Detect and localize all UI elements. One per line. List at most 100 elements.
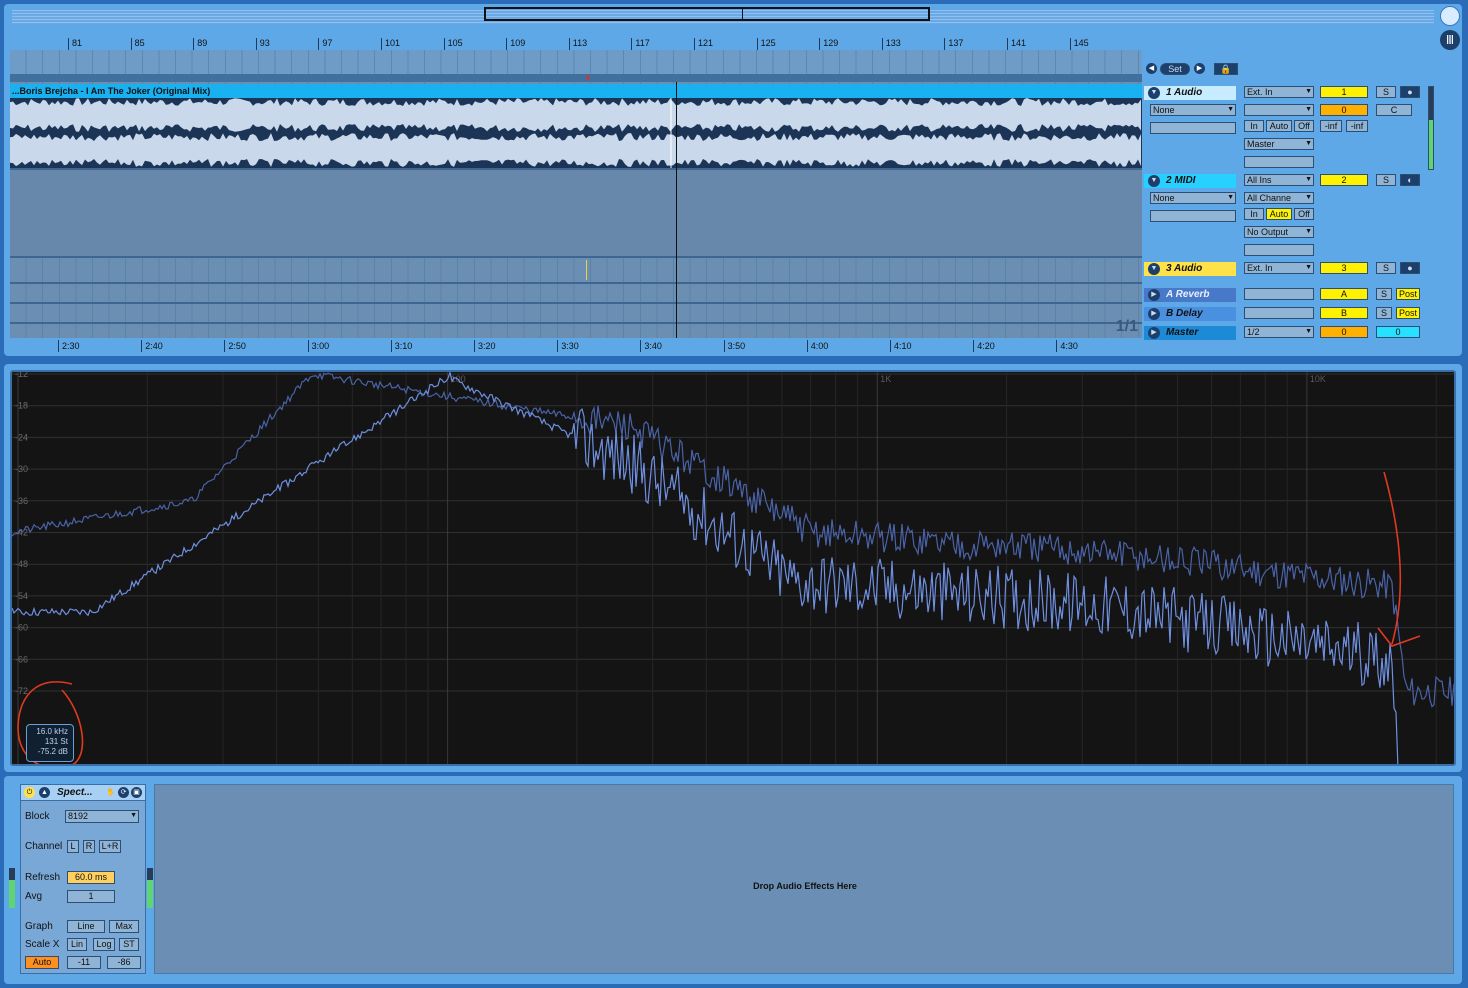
track-name[interactable]: ▼ 2 MIDI	[1144, 174, 1236, 188]
monitor-off-button[interactable]: Off	[1294, 120, 1314, 132]
time-ruler[interactable]: 2:30 2:40 2:50 3:00 3:10 3:20 3:30 3:40 3:50 4:00…	[10, 340, 1142, 354]
lane-b-delay[interactable]	[10, 304, 1142, 324]
pan-field[interactable]: C	[1376, 104, 1412, 116]
scale-st-button[interactable]: ST	[119, 938, 139, 951]
arm-button[interactable]: ●	[1400, 86, 1420, 98]
scale-log-button[interactable]: Log	[93, 938, 115, 951]
midi-to-select[interactable]: No Output	[1244, 226, 1314, 238]
master-volume-field[interactable]: 0	[1320, 326, 1368, 338]
next-locator-icon[interactable]: ▶	[1194, 63, 1205, 74]
fold-icon[interactable]: ▶	[1148, 327, 1160, 339]
lane-1-audio[interactable]: ...Boris Brejcha - I Am The Joker (Origi…	[10, 82, 1142, 170]
block-select[interactable]: 8192	[65, 810, 139, 823]
db-label: -54	[15, 591, 28, 601]
fold-icon[interactable]: ▼	[1148, 175, 1160, 187]
monitor-in-button[interactable]: In	[1244, 120, 1264, 132]
midi-from-select[interactable]: All Ins	[1244, 174, 1314, 186]
fold-icon[interactable]: ▶	[1148, 308, 1160, 320]
arm-button[interactable]: ◐	[1400, 174, 1420, 186]
midi-sub-select[interactable]	[1150, 210, 1236, 222]
range-high-field[interactable]: -11	[67, 956, 101, 969]
audio-to-select[interactable]: Master	[1244, 138, 1314, 150]
peak-right: -inf	[1346, 120, 1368, 132]
lane-master[interactable]	[10, 324, 1142, 338]
arm-button[interactable]: ●	[1400, 262, 1420, 274]
range-low-field[interactable]: -86	[107, 956, 141, 969]
lane-2-midi[interactable]	[10, 170, 1142, 258]
audio-from-select[interactable]: Ext. In	[1244, 262, 1314, 274]
channel-l-button[interactable]: L	[67, 840, 79, 853]
time-tick: 3:40	[640, 340, 662, 352]
solo-button[interactable]: S	[1376, 86, 1396, 98]
return-activator-button[interactable]: B	[1320, 307, 1368, 319]
avg-field[interactable]: 1	[67, 890, 115, 903]
output-sub-select[interactable]	[1244, 244, 1314, 256]
monitor-in-button[interactable]: In	[1244, 208, 1264, 220]
input-channel-select[interactable]	[1244, 104, 1314, 116]
collapse-icon[interactable]: ▲	[39, 787, 50, 798]
loop-bar[interactable]	[10, 50, 1142, 74]
graph-max-button[interactable]: Max	[109, 920, 139, 933]
track-name[interactable]: ▼ 3 Audio	[1144, 262, 1236, 276]
spectrum-display[interactable]: -12 -18 -24 -30 -36 -42 -48 -54 -60 -66 -72 100 1K 10…	[10, 370, 1456, 766]
track-name[interactable]: ▶ Master	[1144, 326, 1236, 340]
lock-icon[interactable]: 🔒	[1214, 63, 1238, 75]
auto-range-button[interactable]: Auto	[25, 956, 59, 969]
channel-r-button[interactable]: R	[83, 840, 95, 853]
output-sub-select[interactable]	[1244, 156, 1314, 168]
input-routing-select[interactable]: None	[1150, 104, 1236, 116]
mixer-section: ◀ Set ▶ 🔒 ▼1 Audio None Ext. In In Auto …	[1144, 56, 1434, 346]
monitor-auto-button[interactable]: Auto	[1266, 208, 1292, 220]
solo-button[interactable]: S	[1376, 307, 1392, 319]
track-name[interactable]: ▶ A Reverb	[1144, 288, 1236, 302]
device-title-bar[interactable]: ⏻ ▲ Spect... ✋ ⟳ ▣	[21, 785, 145, 801]
db-label: -36	[15, 496, 28, 506]
prev-locator-icon[interactable]: ◀	[1146, 63, 1157, 74]
set-locator-button[interactable]: Set	[1160, 63, 1190, 75]
track-activator-button[interactable]: 3	[1320, 262, 1368, 274]
track-name[interactable]: ▼ 1 Audio	[1144, 86, 1236, 100]
midi-channel-select[interactable]: All Channe	[1244, 192, 1314, 204]
lane-3-audio[interactable]	[10, 258, 1142, 284]
return-routing[interactable]	[1244, 288, 1314, 300]
return-activator-button[interactable]: A	[1320, 288, 1368, 300]
hot-swap-icon[interactable]: ⟳	[118, 787, 129, 798]
track-name[interactable]: ▶ B Delay	[1144, 307, 1236, 321]
monitor-off-button[interactable]: Off	[1294, 208, 1314, 220]
track-activator-button[interactable]: 2	[1320, 174, 1368, 186]
fold-icon[interactable]: ▼	[1148, 87, 1160, 99]
track-activator-button[interactable]: 1	[1320, 86, 1368, 98]
cue-volume-field[interactable]: 0	[1376, 326, 1420, 338]
post-button[interactable]: Post	[1396, 288, 1420, 300]
clip-waveform[interactable]	[10, 98, 1142, 168]
drop-audio-effects-area[interactable]: Drop Audio Effects Here	[154, 784, 1454, 974]
view-toggle-icon[interactable]	[1440, 6, 1460, 26]
clip-title[interactable]: ...Boris Brejcha - I Am The Joker (Origi…	[10, 84, 1142, 98]
solo-button[interactable]: S	[1376, 262, 1396, 274]
return-routing[interactable]	[1244, 307, 1314, 319]
hand-icon[interactable]: ✋	[105, 787, 116, 798]
waveform-channel	[10, 98, 1141, 132]
post-button[interactable]: Post	[1396, 307, 1420, 319]
refresh-field[interactable]: 60.0 ms	[67, 871, 115, 884]
session-view-icon[interactable]: Ⅲ	[1440, 30, 1460, 50]
channel-lr-button[interactable]: L+R	[99, 840, 121, 853]
track-lanes[interactable]: ...Boris Brejcha - I Am The Joker (Origi…	[10, 82, 1142, 338]
solo-button[interactable]: S	[1376, 288, 1392, 300]
audio-from-select[interactable]: Ext. In	[1244, 86, 1314, 98]
cue-out-select[interactable]: 1/2	[1244, 326, 1314, 338]
overview-viewport[interactable]	[484, 7, 930, 21]
scale-lin-button[interactable]: Lin	[67, 938, 87, 951]
midi-routing-select[interactable]: None	[1150, 192, 1236, 204]
lane-a-reverb[interactable]	[10, 284, 1142, 304]
input-sub-select[interactable]	[1150, 122, 1236, 134]
solo-button[interactable]: S	[1376, 174, 1396, 186]
fold-icon[interactable]: ▼	[1148, 263, 1160, 275]
monitor-auto-button[interactable]: Auto	[1266, 120, 1292, 132]
save-preset-icon[interactable]: ▣	[131, 787, 142, 798]
fold-icon[interactable]: ▶	[1148, 289, 1160, 301]
locator-strip[interactable]: ▲	[10, 73, 1142, 82]
volume-field[interactable]: 0	[1320, 104, 1368, 116]
graph-line-button[interactable]: Line	[67, 920, 105, 933]
power-icon[interactable]: ⏻	[24, 787, 35, 798]
